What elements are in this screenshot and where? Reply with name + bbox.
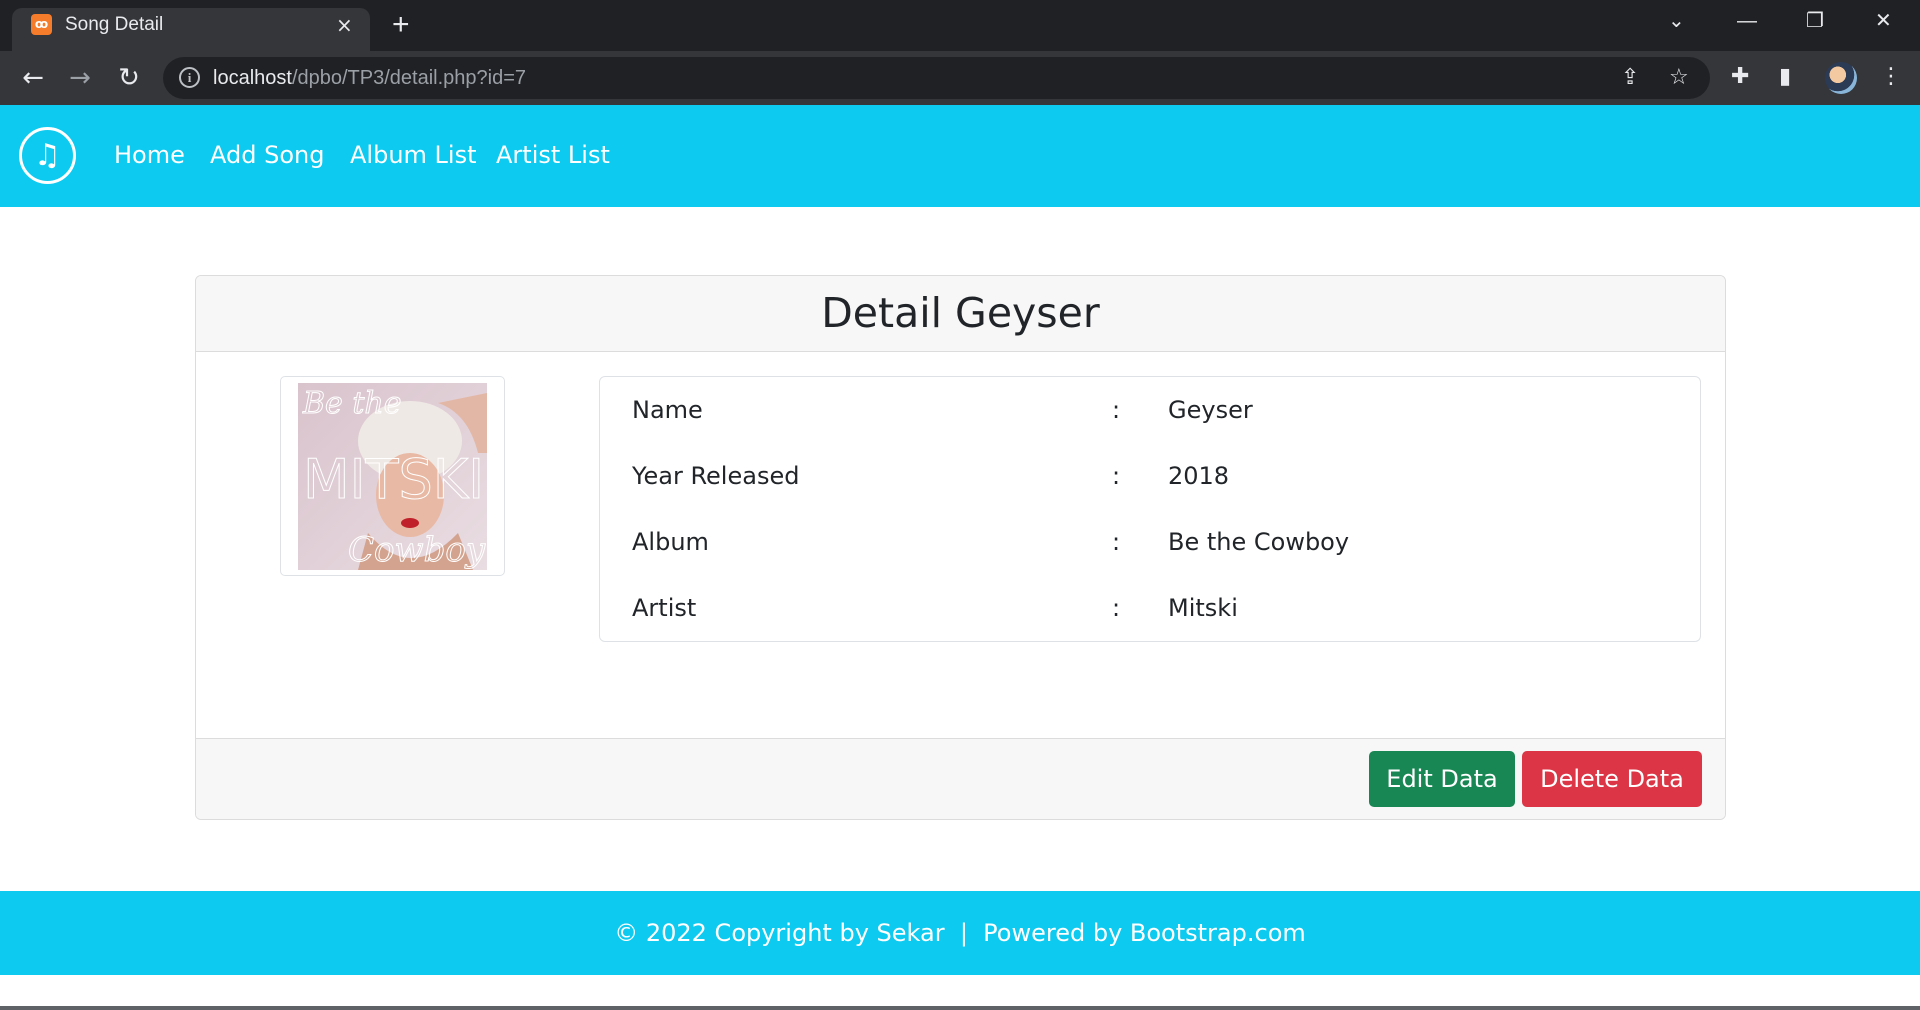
share-icon[interactable]: ⇪ <box>1621 65 1639 91</box>
info-separator: : <box>1112 594 1121 622</box>
info-label: Name <box>632 396 703 424</box>
info-label: Album <box>632 528 709 556</box>
album-art-frame: Be the MITSKI Cowboy <box>280 376 505 576</box>
page-title: Detail Geyser <box>821 289 1100 337</box>
browser-tabstrip: ꝏ Song Detail × + ⌄ — ❐ ✕ <box>0 0 1920 51</box>
restore-icon[interactable]: ❐ <box>1806 8 1824 34</box>
nav-link-home[interactable]: Home <box>114 139 185 171</box>
site-footer: © 2022 Copyright by Sekar | Powered by B… <box>0 891 1920 975</box>
back-icon[interactable]: ← <box>16 61 50 95</box>
url-text[interactable]: localhost/dpbo/TP3/detail.php?id=7 <box>213 66 526 90</box>
info-value: Be the Cowboy <box>1168 528 1350 556</box>
close-window-icon[interactable]: ✕ <box>1875 8 1892 34</box>
info-icon[interactable]: i <box>179 67 200 88</box>
star-icon[interactable]: ☆ <box>1669 65 1689 91</box>
forward-icon[interactable]: → <box>63 61 97 95</box>
info-row-album: Album : Be the Cowboy <box>600 522 1700 562</box>
song-detail-card: Detail Geyser Be the MITSKI Cowboy Name … <box>195 275 1726 820</box>
side-panel-icon[interactable]: ▮ <box>1779 63 1791 91</box>
browser-tab[interactable]: ꝏ Song Detail × <box>12 8 370 51</box>
info-row-artist: Artist : Mitski <box>600 588 1700 628</box>
svg-text:MITSKI: MITSKI <box>303 448 484 511</box>
edit-data-button[interactable]: Edit Data <box>1369 751 1515 807</box>
tab-search-icon[interactable]: ⌄ <box>1668 8 1685 34</box>
browser-toolbar: ← → ↻ i localhost/dpbo/TP3/detail.php?id… <box>0 51 1920 105</box>
info-separator: : <box>1112 528 1121 556</box>
new-tab-button[interactable]: + <box>392 10 410 40</box>
info-value: Mitski <box>1168 594 1238 622</box>
svg-text:Cowboy: Cowboy <box>348 530 486 570</box>
extensions-icon[interactable]: ✚ <box>1731 63 1749 91</box>
info-value: 2018 <box>1168 462 1230 490</box>
minimize-icon[interactable]: — <box>1737 8 1757 34</box>
nav-link-album-list[interactable]: Album List <box>350 139 477 171</box>
info-row-name: Name : Geyser <box>600 390 1700 430</box>
info-separator: : <box>1112 396 1121 424</box>
card-footer: Edit Data Delete Data <box>196 738 1725 819</box>
delete-data-button[interactable]: Delete Data <box>1522 751 1702 807</box>
info-label: Artist <box>632 594 697 622</box>
footer-copyright: © 2022 Copyright by Sekar | Powered by B… <box>614 919 1306 947</box>
info-value: Geyser <box>1168 396 1253 424</box>
reload-icon[interactable]: ↻ <box>112 61 146 95</box>
site-navbar: ♫ Home Add Song Album List Artist List <box>0 105 1920 207</box>
nav-link-artist-list[interactable]: Artist List <box>496 139 610 171</box>
tab-title: Song Detail <box>65 14 164 35</box>
info-separator: : <box>1112 462 1121 490</box>
song-info-table: Name : Geyser Year Released : 2018 Album… <box>599 376 1701 642</box>
info-row-year: Year Released : 2018 <box>600 456 1700 496</box>
nav-link-add-song[interactable]: Add Song <box>210 139 324 171</box>
xampp-icon: ꝏ <box>31 14 52 35</box>
close-tab-icon[interactable]: × <box>336 14 353 36</box>
window-bottom-border <box>0 1006 1920 1010</box>
music-note-icon[interactable]: ♫ <box>19 127 76 184</box>
url-path: /dpbo/TP3/detail.php?id=7 <box>291 67 527 89</box>
profile-avatar[interactable] <box>1825 62 1857 94</box>
info-label: Year Released <box>632 462 800 490</box>
album-art-image: Be the MITSKI Cowboy <box>298 383 487 570</box>
url-host: localhost <box>213 67 292 89</box>
address-bar[interactable]: i localhost/dpbo/TP3/detail.php?id=7 ⇪ ☆ <box>163 57 1710 99</box>
svg-text:Be the: Be the <box>302 386 401 421</box>
card-header: Detail Geyser <box>196 276 1725 352</box>
menu-icon[interactable]: ⋮ <box>1880 63 1902 91</box>
